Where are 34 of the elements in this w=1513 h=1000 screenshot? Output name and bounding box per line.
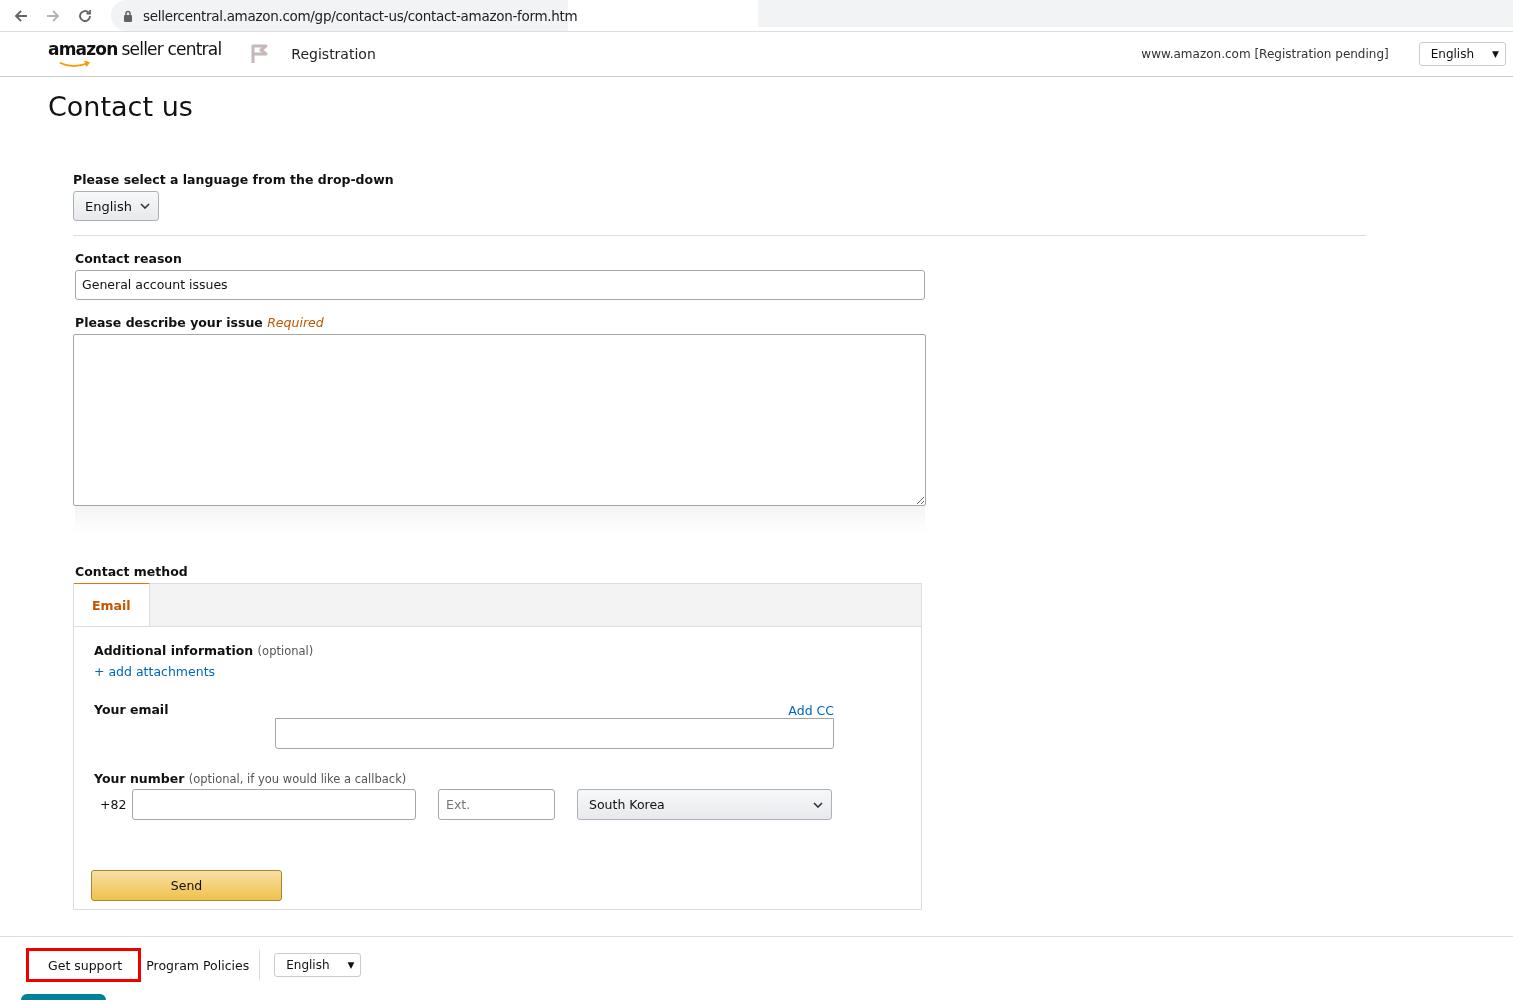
- language-dropdown[interactable]: English ▼: [1418, 42, 1506, 66]
- contact-reason-field[interactable]: General account issues: [75, 270, 925, 300]
- email-tab[interactable]: Email: [74, 583, 150, 626]
- field-label: Your email: [94, 702, 170, 719]
- forward-icon[interactable]: [45, 7, 61, 24]
- add-attachments-link[interactable]: + add attachments: [94, 664, 921, 679]
- country-code: +82: [99, 797, 128, 812]
- field-label: Additional information (optional): [94, 643, 315, 658]
- field-label: Please describe your issue Required: [75, 315, 325, 330]
- back-icon[interactable]: [13, 7, 29, 24]
- footer-language-dropdown[interactable]: English ▼: [274, 953, 362, 977]
- field-label: Contact reason: [75, 251, 183, 266]
- flag-icon: [251, 44, 270, 64]
- account-status: www.amazon.com [Registration pending]: [1141, 47, 1389, 61]
- registration-label: Registration: [291, 46, 376, 62]
- footer-link[interactable]: Program Policies: [141, 948, 261, 982]
- email-input[interactable]: [275, 718, 834, 749]
- language-select[interactable]: English: [73, 191, 159, 221]
- field-label: Your number (optional, if you would like a callback): [94, 771, 408, 786]
- add-cc-link[interactable]: Add CC: [788, 703, 834, 718]
- footer-link[interactable]: Get support: [26, 948, 142, 982]
- chevron-down-icon: [139, 203, 150, 209]
- send-button[interactable]: Send: [91, 870, 282, 901]
- extension-input[interactable]: Ext.: [438, 789, 555, 820]
- seller-central-logo[interactable]: amazon seller central: [48, 39, 222, 69]
- chevron-down-icon: [813, 801, 823, 808]
- country-select[interactable]: South Korea: [577, 789, 832, 820]
- lock-icon: [123, 9, 133, 22]
- field-label: Please select a language from the drop-down: [73, 172, 395, 187]
- page-title: Contact us: [48, 91, 194, 122]
- url-text: sellercentral.amazon.com/gp/contact-us/contact-amazon-form.htm: [143, 7, 578, 24]
- field-label: Contact method: [75, 564, 189, 579]
- reload-icon[interactable]: [77, 7, 93, 24]
- phone-input[interactable]: [132, 789, 416, 820]
